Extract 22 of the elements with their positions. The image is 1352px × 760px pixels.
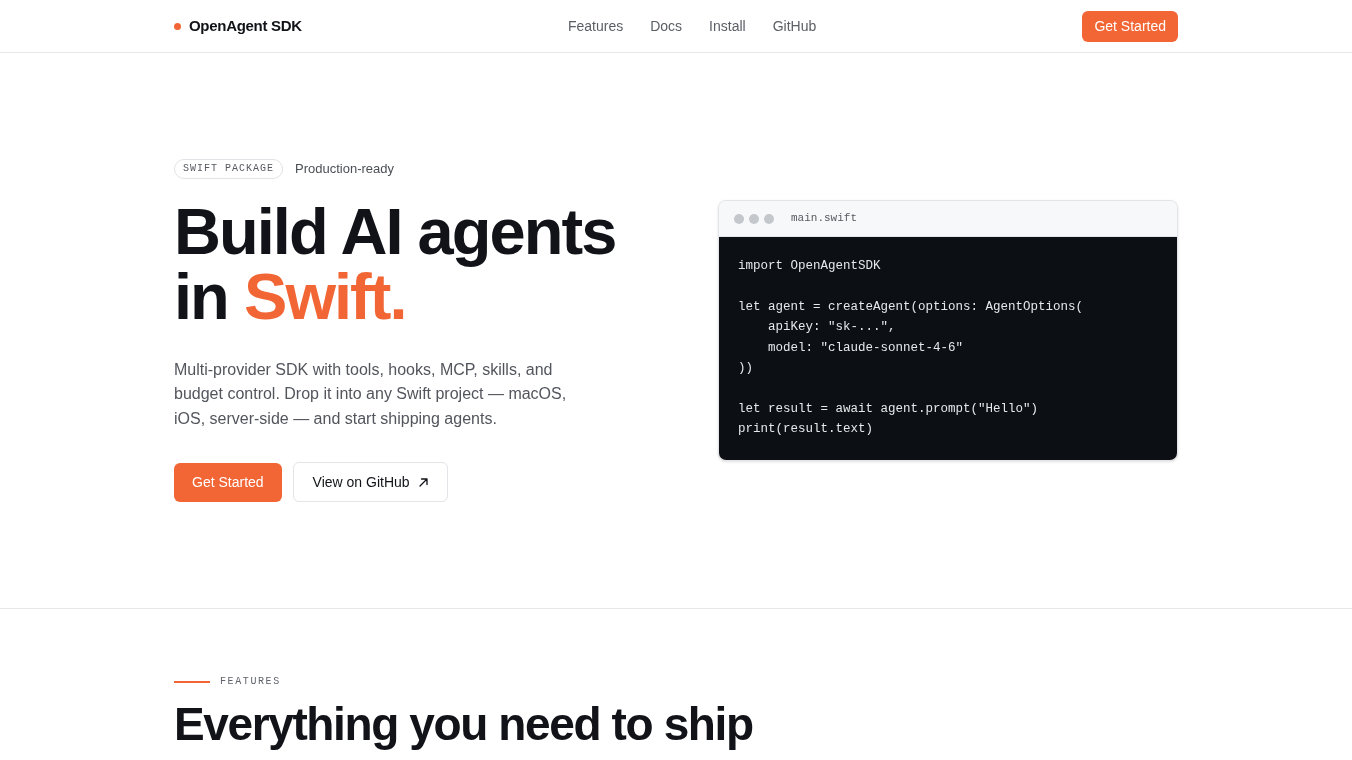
code-line: let result = await agent.prompt("Hello") <box>738 401 1039 418</box>
secondary-button[interactable]: View on GitHub <box>292 462 448 503</box>
nav-link[interactable]: Features <box>567 15 624 37</box>
code-line: print(result.text) <box>738 421 874 439</box>
window-dots-icon <box>734 213 774 224</box>
nav-link[interactable]: GitHub <box>772 15 817 37</box>
code-line: let agent = createAgent(options: AgentOptions( <box>738 299 1084 316</box>
file-name: main.swift <box>791 211 857 227</box>
status-note: Production-ready <box>295 159 394 178</box>
section-eyebrow: FEATURES <box>220 675 281 689</box>
code-line: )) <box>738 360 753 378</box>
code-line: apiKey: "sk-...", <box>767 319 896 337</box>
hero-heading: Build AI agents in Swift. <box>174 198 617 329</box>
brand-name[interactable]: OpenAgent SDK <box>189 14 302 38</box>
code-line: model: "claude-sonnet-4-6" <box>767 339 964 357</box>
code-line: import OpenAgentSDK <box>738 258 881 276</box>
hero-description: Multi-provider SDK with tools, hooks, MCP, skills, and budget control. Drop it into any Swift project — macOS, iOS, server-side — and start shipping agents. <box>174 359 568 429</box>
section-heading: Everything you need to ship <box>174 699 753 750</box>
nav-link[interactable]: Docs <box>650 15 683 37</box>
arrow-up-right-icon <box>418 477 428 487</box>
nav-link[interactable]: Install <box>709 15 746 37</box>
accent-line <box>174 681 210 683</box>
